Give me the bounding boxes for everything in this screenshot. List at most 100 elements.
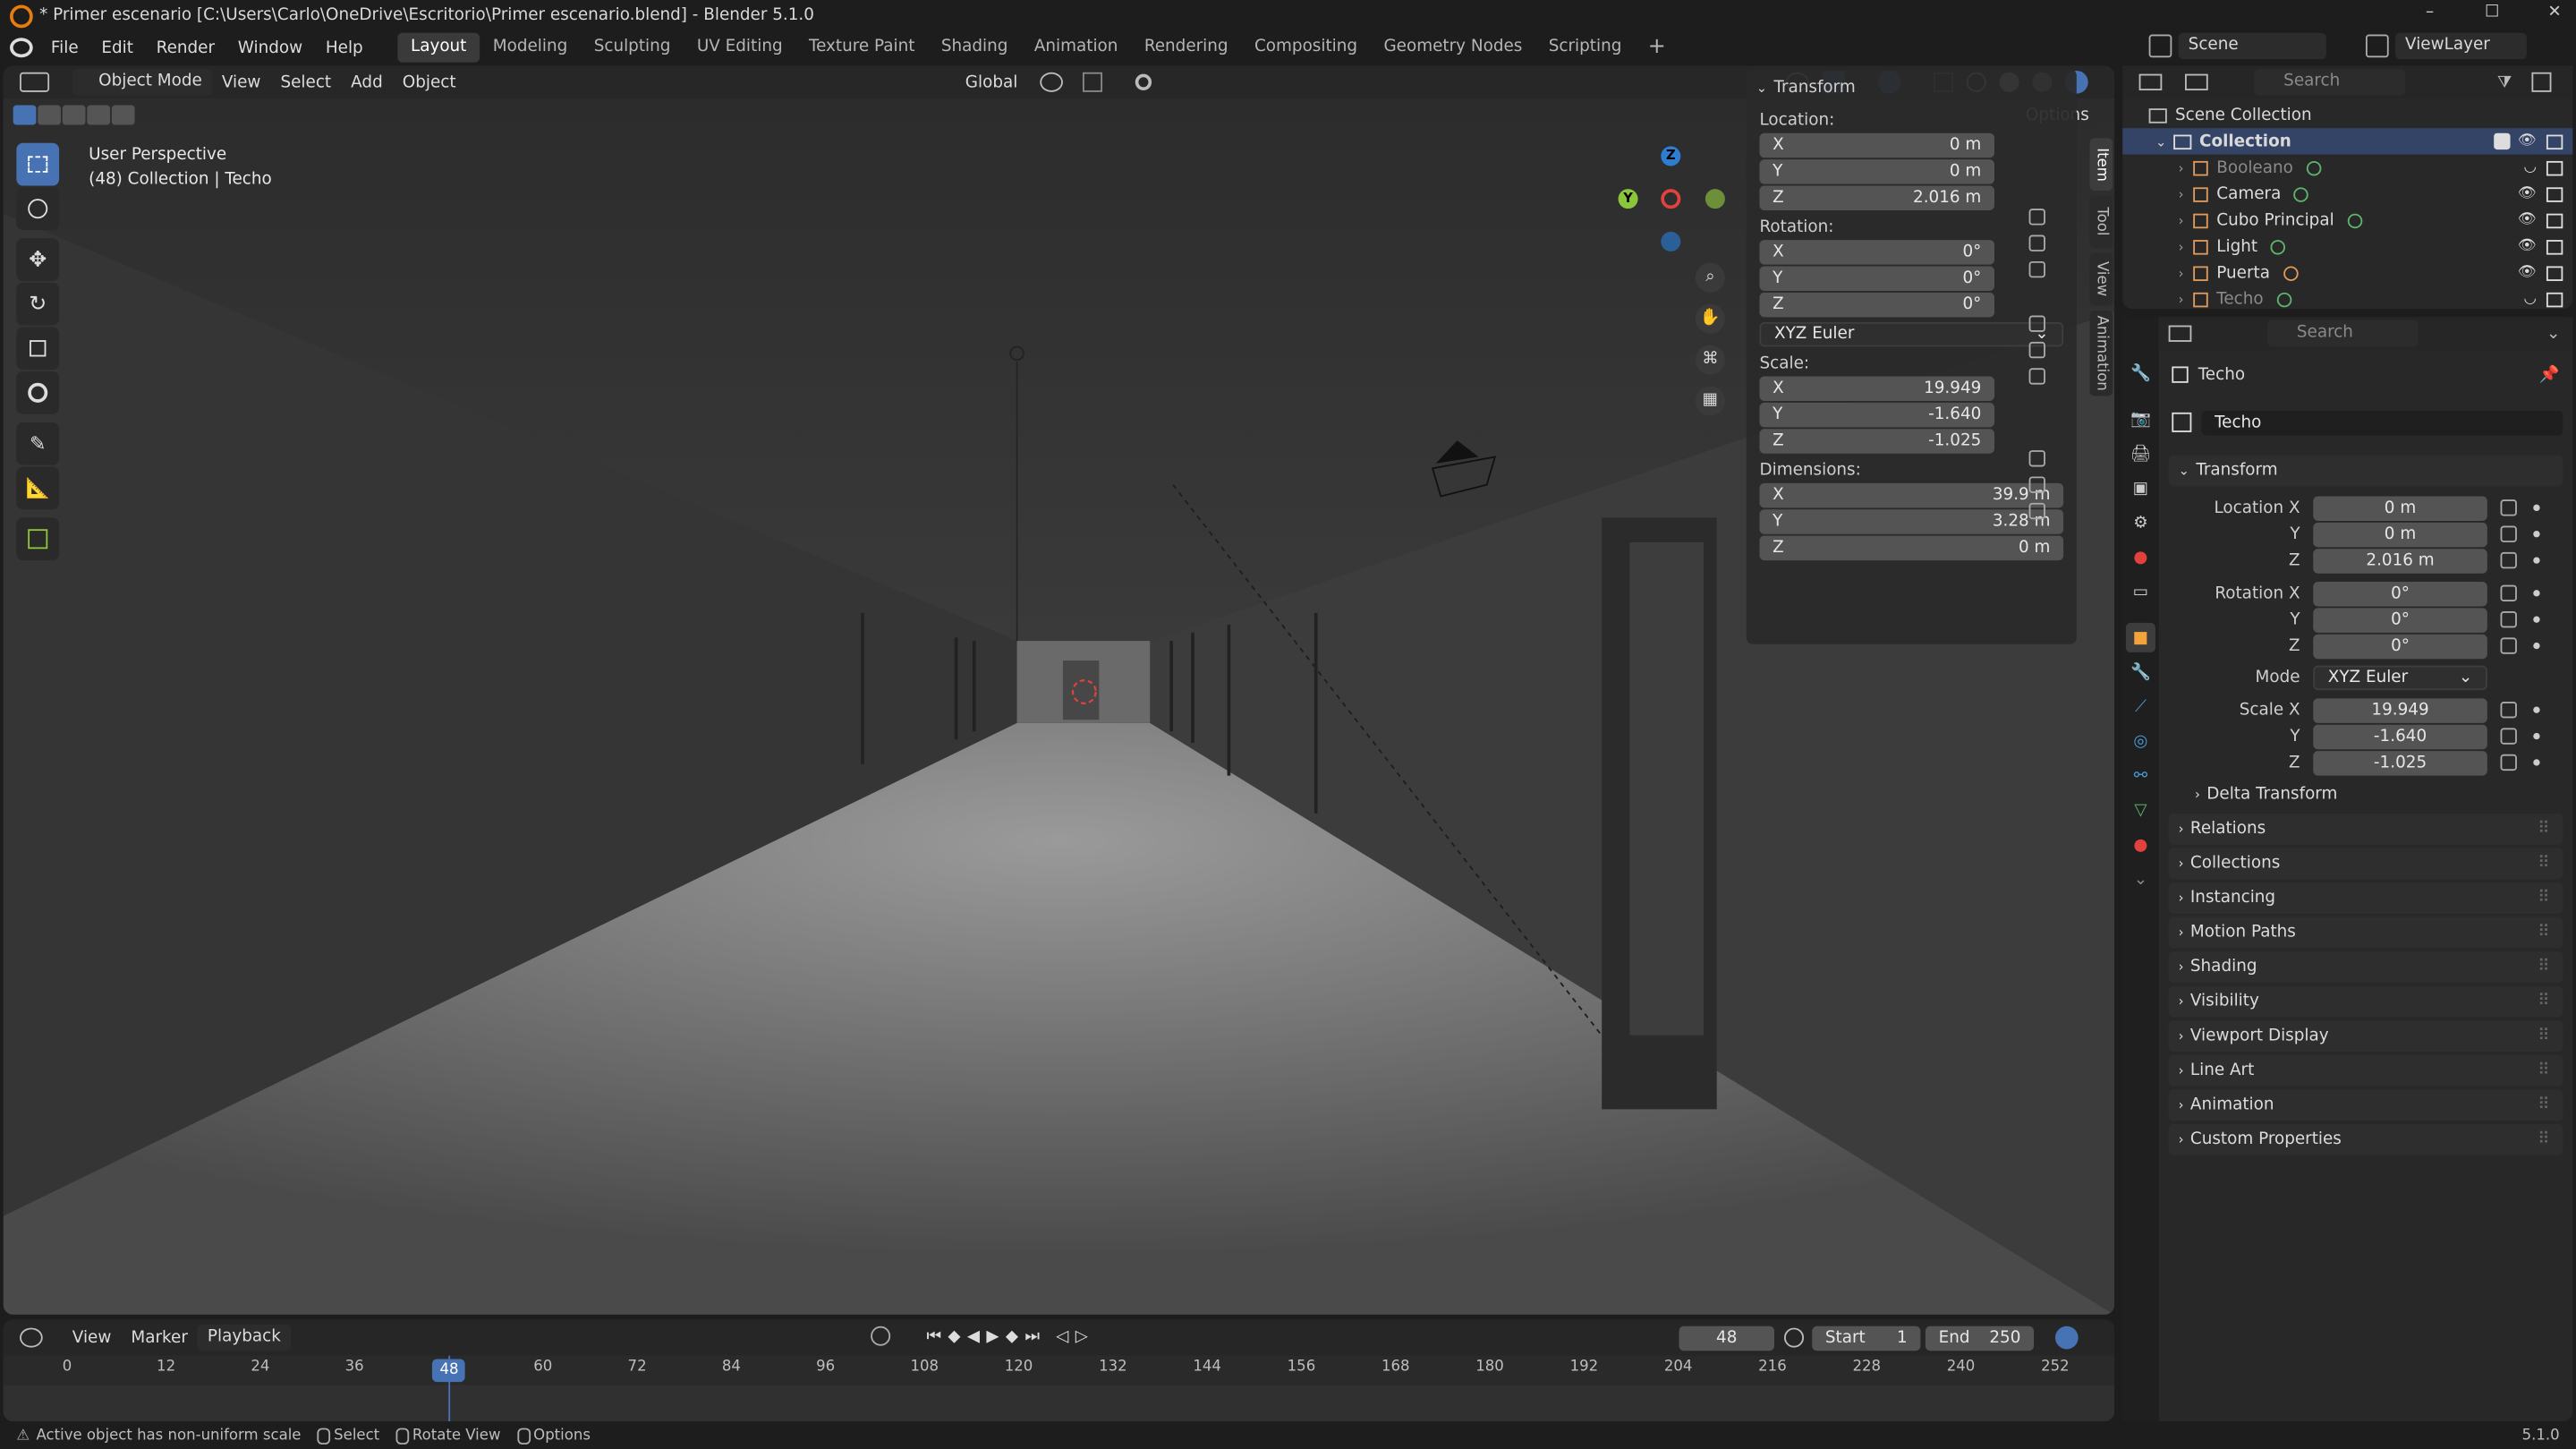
auto-keying-icon[interactable]	[871, 1325, 891, 1346]
close-icon[interactable]: ✕	[2543, 4, 2566, 21]
transform-orientation-dropdown[interactable]: Global	[956, 73, 1028, 91]
section-header[interactable]: › Shading ⠿	[2168, 951, 2563, 983]
lock-icon[interactable]	[2500, 637, 2517, 654]
section-header[interactable]: › Visibility ⠿	[2168, 985, 2563, 1018]
menu-edit[interactable]: Edit	[89, 38, 144, 56]
viewport-menu-object[interactable]: Object	[393, 73, 466, 91]
lock-icon[interactable]	[2500, 754, 2517, 771]
chevron-right-icon[interactable]: ›	[2179, 160, 2184, 175]
clock-icon[interactable]	[1784, 1327, 1805, 1348]
rotation-mode-dropdown[interactable]: XYZ Euler ⌄	[1759, 321, 2064, 347]
gizmo-z-axis[interactable]: Z	[1661, 146, 1681, 166]
select-intersect-icon[interactable]	[111, 105, 135, 125]
section-header[interactable]: › Animation ⠿	[2168, 1089, 2563, 1121]
keyframe-dot-icon[interactable]	[2533, 732, 2540, 740]
outliner-item-name[interactable]: Puerta	[2216, 264, 2270, 282]
outliner-item[interactable]: › Techo ◡	[2122, 286, 2572, 311]
pivot-icon[interactable]	[1041, 72, 1064, 92]
add-cube-tool-icon[interactable]	[16, 517, 60, 561]
rotate-tool-icon[interactable]: ↻	[16, 282, 60, 326]
mode-dropdown[interactable]: XYZ Euler ⌄	[2313, 664, 2487, 690]
rotation-field[interactable]: 0°	[2313, 607, 2487, 632]
add-workspace-icon[interactable]: +	[1635, 33, 1679, 63]
display-mode-icon[interactable]	[2185, 73, 2208, 90]
sidebar-tab-tool[interactable]: Tool	[2089, 195, 2113, 249]
playhead-frame-label[interactable]: 48	[432, 1359, 466, 1383]
viewport-menu-view[interactable]: View	[212, 73, 271, 91]
timeline-editor-icon[interactable]	[20, 1327, 43, 1348]
dimensions-y-field[interactable]: Y 3.28 m	[1759, 509, 2064, 534]
physics-tab-icon[interactable]: ◎	[2126, 727, 2155, 756]
keyframe-dot-icon[interactable]	[2533, 557, 2540, 564]
workspace-tab-uv-editing[interactable]: UV Editing	[684, 33, 795, 63]
workspace-tab-texture-paint[interactable]: Texture Paint	[795, 33, 928, 63]
outliner-item-name[interactable]: Cubo Principal	[2216, 211, 2334, 229]
object-data-badge-icon[interactable]	[2283, 265, 2299, 281]
playback-dropdown[interactable]: Playback	[197, 1324, 291, 1351]
lock-icon[interactable]	[2028, 341, 2045, 359]
object-data-badge-icon[interactable]	[2347, 212, 2362, 228]
transform-tool-icon[interactable]	[16, 371, 60, 414]
prev-frame-icon[interactable]: ◁	[1056, 1327, 1068, 1345]
camera-toggle-icon[interactable]	[2546, 186, 2563, 201]
drag-handle-icon[interactable]: ⠿	[2538, 820, 2549, 838]
chevron-right-icon[interactable]: ›	[2179, 186, 2184, 201]
drag-handle-icon[interactable]: ⠿	[2538, 889, 2549, 907]
camera-toggle-icon[interactable]	[2546, 291, 2563, 307]
properties-editor-icon[interactable]	[2168, 325, 2192, 342]
workspace-tab-rendering[interactable]: Rendering	[1131, 33, 1241, 63]
render-tab-icon[interactable]: 📷	[2126, 405, 2155, 434]
outliner-scene-collection[interactable]: Scene Collection	[2122, 102, 2572, 128]
scale-y-field[interactable]: Y -1.640	[1759, 402, 1995, 428]
section-header[interactable]: › Relations ⠿	[2168, 813, 2563, 845]
workspace-tab-compositing[interactable]: Compositing	[1241, 33, 1370, 63]
mode-selector[interactable]: Object Mode	[72, 69, 212, 96]
workspace-tab-shading[interactable]: Shading	[928, 33, 1021, 63]
menu-help[interactable]: Help	[314, 38, 375, 56]
scale-field[interactable]: 19.949	[2313, 697, 2487, 722]
timeline-area[interactable]	[3, 1385, 2115, 1422]
section-header[interactable]: › Viewport Display ⠿	[2168, 1020, 2563, 1053]
lock-icon[interactable]	[2028, 502, 2045, 520]
lock-icon[interactable]	[2028, 234, 2045, 251]
output-tab-icon[interactable]: 🖨	[2126, 439, 2155, 468]
scene-tab-icon[interactable]: ⚙	[2126, 507, 2155, 537]
workspace-tab-geometry-nodes[interactable]: Geometry Nodes	[1371, 33, 1535, 63]
lock-icon[interactable]	[2500, 584, 2517, 602]
viewport-menu-add[interactable]: Add	[341, 73, 393, 91]
transform-panel-header[interactable]: ⌄ Transform	[2168, 455, 2563, 487]
zoom-icon[interactable]: ⌕	[1695, 262, 1725, 293]
select-new-icon[interactable]	[13, 105, 37, 125]
maximize-icon[interactable]: ☐	[2481, 4, 2504, 21]
outliner-item-name[interactable]: Booleano	[2216, 158, 2293, 176]
rotation-field[interactable]: 0°	[2313, 581, 2487, 606]
lock-icon[interactable]	[2028, 368, 2045, 385]
current-frame-field[interactable]: 48	[1679, 1325, 1774, 1351]
keyframe-dot-icon[interactable]	[2533, 531, 2540, 538]
lock-icon[interactable]	[2500, 551, 2517, 569]
scale-tool-icon[interactable]	[16, 327, 60, 371]
eye-icon[interactable]: ◡	[2524, 291, 2537, 307]
menu-file[interactable]: File	[39, 38, 89, 56]
menu-render[interactable]: Render	[145, 38, 226, 56]
workspace-tab-animation[interactable]: Animation	[1021, 33, 1131, 63]
keyframe-dot-icon[interactable]	[2533, 642, 2540, 650]
drag-handle-icon[interactable]: ⠿	[2538, 958, 2549, 976]
location-field[interactable]: 2.016 m	[2313, 548, 2487, 573]
measure-tool-icon[interactable]: 📐	[16, 466, 60, 510]
select-box-tool-icon[interactable]	[16, 142, 60, 186]
outliner-item[interactable]: › Light 👁	[2122, 234, 2572, 260]
data-tab-icon[interactable]: ▽	[2126, 796, 2155, 825]
section-header[interactable]: › Line Art ⠿	[2168, 1054, 2563, 1087]
scale-field[interactable]: -1.025	[2313, 750, 2487, 775]
location-x-field[interactable]: X0 m	[1759, 132, 1995, 158]
move-tool-icon[interactable]: ✥	[16, 238, 60, 281]
workspace-tab-sculpting[interactable]: Sculpting	[581, 33, 684, 63]
chevron-down-icon[interactable]: ⌄	[2546, 325, 2560, 343]
end-frame-field[interactable]: End 250	[1925, 1325, 2035, 1351]
section-header[interactable]: › Motion Paths ⠿	[2168, 916, 2563, 949]
location-z-field[interactable]: Z 2.016 m	[1759, 185, 1995, 211]
lock-icon[interactable]	[2500, 499, 2517, 516]
scene-selector[interactable]: Scene	[2178, 32, 2326, 60]
prev-keyframe-icon[interactable]: ◆	[948, 1327, 960, 1345]
